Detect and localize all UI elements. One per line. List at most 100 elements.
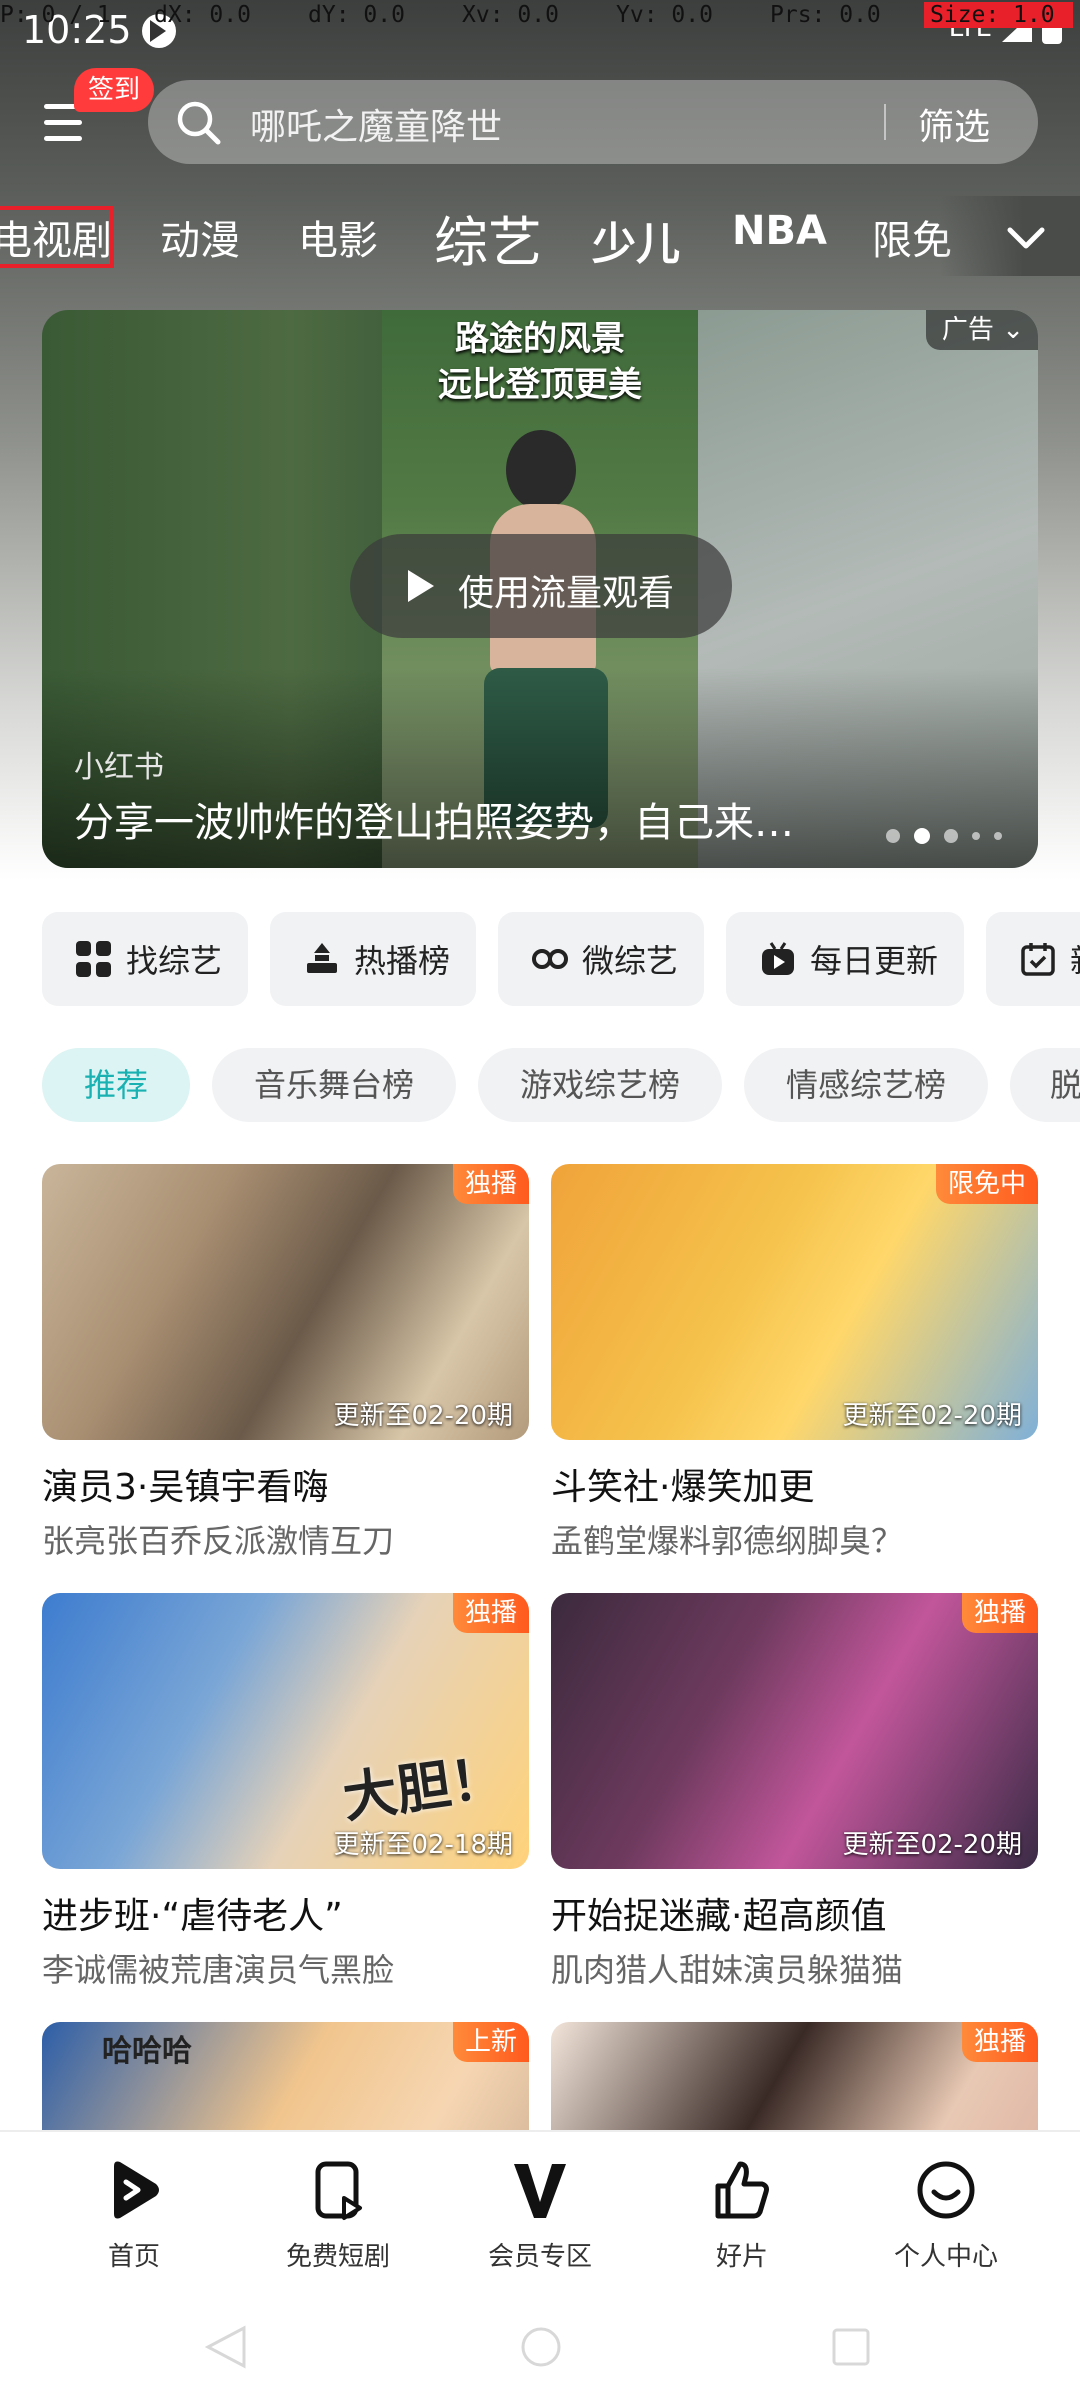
- tv-play-icon: [762, 942, 794, 975]
- card-subtitle: 张亮张百乔反派激情互刀: [42, 1522, 395, 1560]
- card-thumbnail: 独播 更新至02-20期: [42, 1164, 529, 1440]
- thumbs-up-icon: [715, 2161, 769, 2219]
- banner-source: 小红书: [74, 750, 164, 785]
- search-bar[interactable]: 哪吒之魔童降世 筛选: [148, 80, 1038, 164]
- home-play-icon: [114, 2161, 159, 2219]
- subtab-recommended[interactable]: 推荐: [42, 1048, 190, 1122]
- search-placeholder: 哪吒之魔童降世: [250, 107, 503, 148]
- subtab-more[interactable]: 脱: [1010, 1048, 1080, 1122]
- nav-label: 个人中心: [893, 2242, 998, 2272]
- sub-tabs: 推荐 音乐舞台榜 游戏综艺榜 情感综艺榜 脱: [42, 1048, 1080, 1122]
- search-divider: [884, 104, 886, 140]
- subtab-music-stage[interactable]: 音乐舞台榜: [212, 1048, 456, 1122]
- carousel-dot-active: [914, 828, 930, 844]
- card-badge: 独播: [452, 1593, 529, 1633]
- card-thumbnail: 独播 大胆！ 更新至02-18期: [42, 1593, 529, 1869]
- tab-nba[interactable]: NBA: [732, 208, 827, 254]
- carousel-dot: [886, 829, 900, 843]
- card-subtitle: 肌肉猎人甜妹演员躲猫猫: [551, 1951, 904, 1989]
- card-badge: 独播: [452, 1164, 529, 1204]
- card-badge: 独播: [961, 2022, 1038, 2062]
- tab-kids[interactable]: 少儿: [592, 208, 680, 272]
- quick-new[interactable]: 新: [986, 912, 1080, 1006]
- grid-icon: [76, 941, 112, 977]
- tab-variety[interactable]: 综艺: [434, 198, 542, 276]
- ad-label[interactable]: 广告 ⌄: [925, 310, 1038, 350]
- chevron-down-icon[interactable]: [1002, 214, 1050, 262]
- card-thumbnail: 限免中 更新至02-20期: [551, 1164, 1038, 1440]
- smile-icon: [917, 2161, 975, 2219]
- nav-label: 好片: [715, 2242, 768, 2272]
- back-icon[interactable]: [200, 2322, 250, 2372]
- hero-banner[interactable]: 路途的风景 远比登顶更美 广告 ⌄ 使用流量观看 小红书 分享一波帅炸的登山拍照…: [42, 310, 1038, 868]
- carousel-dot: [972, 832, 980, 840]
- nav-vip[interactable]: 会员专区: [450, 2158, 630, 2273]
- play-icon: [408, 570, 434, 602]
- banner-image-title: 路途的风景 远比登顶更美: [438, 319, 642, 405]
- banner-title: 分享一波帅炸的登山拍照姿势，自己来…: [74, 800, 794, 846]
- card-thumbnail: 独播 更新至02-20期: [551, 1593, 1038, 1869]
- card-badge: 独播: [961, 1593, 1038, 1633]
- nav-short-drama[interactable]: 免费短剧: [248, 2158, 428, 2273]
- card-title: 开始捉迷藏·超高颜值: [551, 1896, 887, 1937]
- card-update: 更新至02-20期: [333, 1401, 513, 1431]
- card-update: 更新至02-20期: [842, 1830, 1022, 1860]
- nav-home[interactable]: 首页: [44, 2158, 224, 2273]
- tab-tv-series[interactable]: 电视剧: [0, 206, 114, 268]
- carousel-dot: [994, 832, 1002, 840]
- tab-movie[interactable]: 电影: [298, 208, 378, 266]
- nav-profile[interactable]: 个人中心: [856, 2158, 1036, 2273]
- debug-xv: Xv: 0.0: [462, 2, 559, 28]
- filter-button[interactable]: 筛选: [918, 98, 990, 150]
- content-card[interactable]: 限免中 更新至02-20期 斗笑社·爆笑加更 孟鹤堂爆料郭德纲脚臭？: [551, 1164, 1038, 1562]
- system-navigation: [0, 2300, 1080, 2400]
- card-title: 进步班·“虐待老人”: [42, 1896, 343, 1937]
- content-card[interactable]: 独播 更新至02-20期 演员3·吴镇宇看嗨 张亮张百乔反派激情互刀: [42, 1164, 529, 1562]
- carousel-dot: [944, 829, 958, 843]
- subtab-game-variety[interactable]: 游戏综艺榜: [478, 1048, 722, 1122]
- nav-label: 会员专区: [487, 2242, 592, 2272]
- quick-daily-update[interactable]: 每日更新: [726, 912, 964, 1006]
- category-tabs: 电视剧 动漫 电影 综艺 少儿 NBA 限免: [0, 196, 1080, 276]
- debug-pointer: P: 0 / 1: [0, 2, 111, 28]
- infinity-icon: [532, 949, 568, 969]
- card-image-text: 哈哈哈: [102, 2034, 192, 2069]
- card-badge: 限免中: [935, 1164, 1038, 1204]
- card-subtitle: 李诚儒被荒唐演员气黑脸: [42, 1951, 395, 1989]
- tab-anime[interactable]: 动漫: [160, 208, 240, 266]
- carousel-dots: [886, 828, 1002, 844]
- play-with-data-button[interactable]: 使用流量观看: [350, 534, 732, 638]
- search-icon: [177, 101, 221, 145]
- debug-dy: dY: 0.0: [308, 2, 405, 28]
- vip-v-icon: [514, 2164, 566, 2218]
- calendar-icon: [1021, 943, 1055, 976]
- debug-dx: dX: 0.0: [154, 2, 251, 28]
- card-title: 演员3·吴镇宇看嗨: [42, 1467, 329, 1508]
- checkin-badge[interactable]: 签到: [74, 68, 155, 112]
- nav-label: 免费短剧: [285, 2242, 390, 2272]
- content-card[interactable]: 独播 大胆！ 更新至02-18期 进步班·“虐待老人” 李诚儒被荒唐演员气黑脸: [42, 1593, 529, 1991]
- card-update: 更新至02-20期: [842, 1401, 1022, 1431]
- play-label: 使用流量观看: [458, 573, 675, 614]
- bottom-navigation: 首页 免费短剧 会员专区 好片 个人中心: [0, 2130, 1080, 2300]
- nav-label: 首页: [107, 2242, 160, 2272]
- card-update: 更新至02-18期: [333, 1830, 513, 1860]
- debug-yv: Yv: 0.0: [616, 2, 713, 28]
- card-title: 斗笑社·爆笑加更: [551, 1467, 815, 1508]
- debug-size: Size: 1.0: [924, 2, 1073, 28]
- quick-find-variety[interactable]: 找综艺: [42, 912, 248, 1006]
- home-circle-icon[interactable]: [516, 2322, 566, 2372]
- nav-good-films[interactable]: 好片: [652, 2158, 832, 2273]
- quick-micro-variety[interactable]: 微综艺: [498, 912, 704, 1006]
- short-drama-icon: [315, 2161, 362, 2220]
- content-card[interactable]: 独播 更新至02-20期 开始捉迷藏·超高颜值 肌肉猎人甜妹演员躲猫猫: [551, 1593, 1038, 1991]
- quick-links: 找综艺 热播榜 微综艺 每日更新 新: [42, 912, 1080, 1006]
- recents-icon[interactable]: [826, 2322, 876, 2372]
- quick-hot-list[interactable]: 热播榜: [270, 912, 476, 1006]
- pointer-debug-bar: P: 0 / 1 dX: 0.0 dY: 0.0 Xv: 0.0 Yv: 0.0…: [0, 0, 1080, 34]
- card-image-text: 大胆！: [339, 1744, 509, 1830]
- podium-icon: [307, 943, 337, 973]
- card-badge: 上新: [452, 2022, 529, 2062]
- subtab-emotion-variety[interactable]: 情感综艺榜: [744, 1048, 988, 1122]
- card-subtitle: 孟鹤堂爆料郭德纲脚臭？: [551, 1522, 904, 1560]
